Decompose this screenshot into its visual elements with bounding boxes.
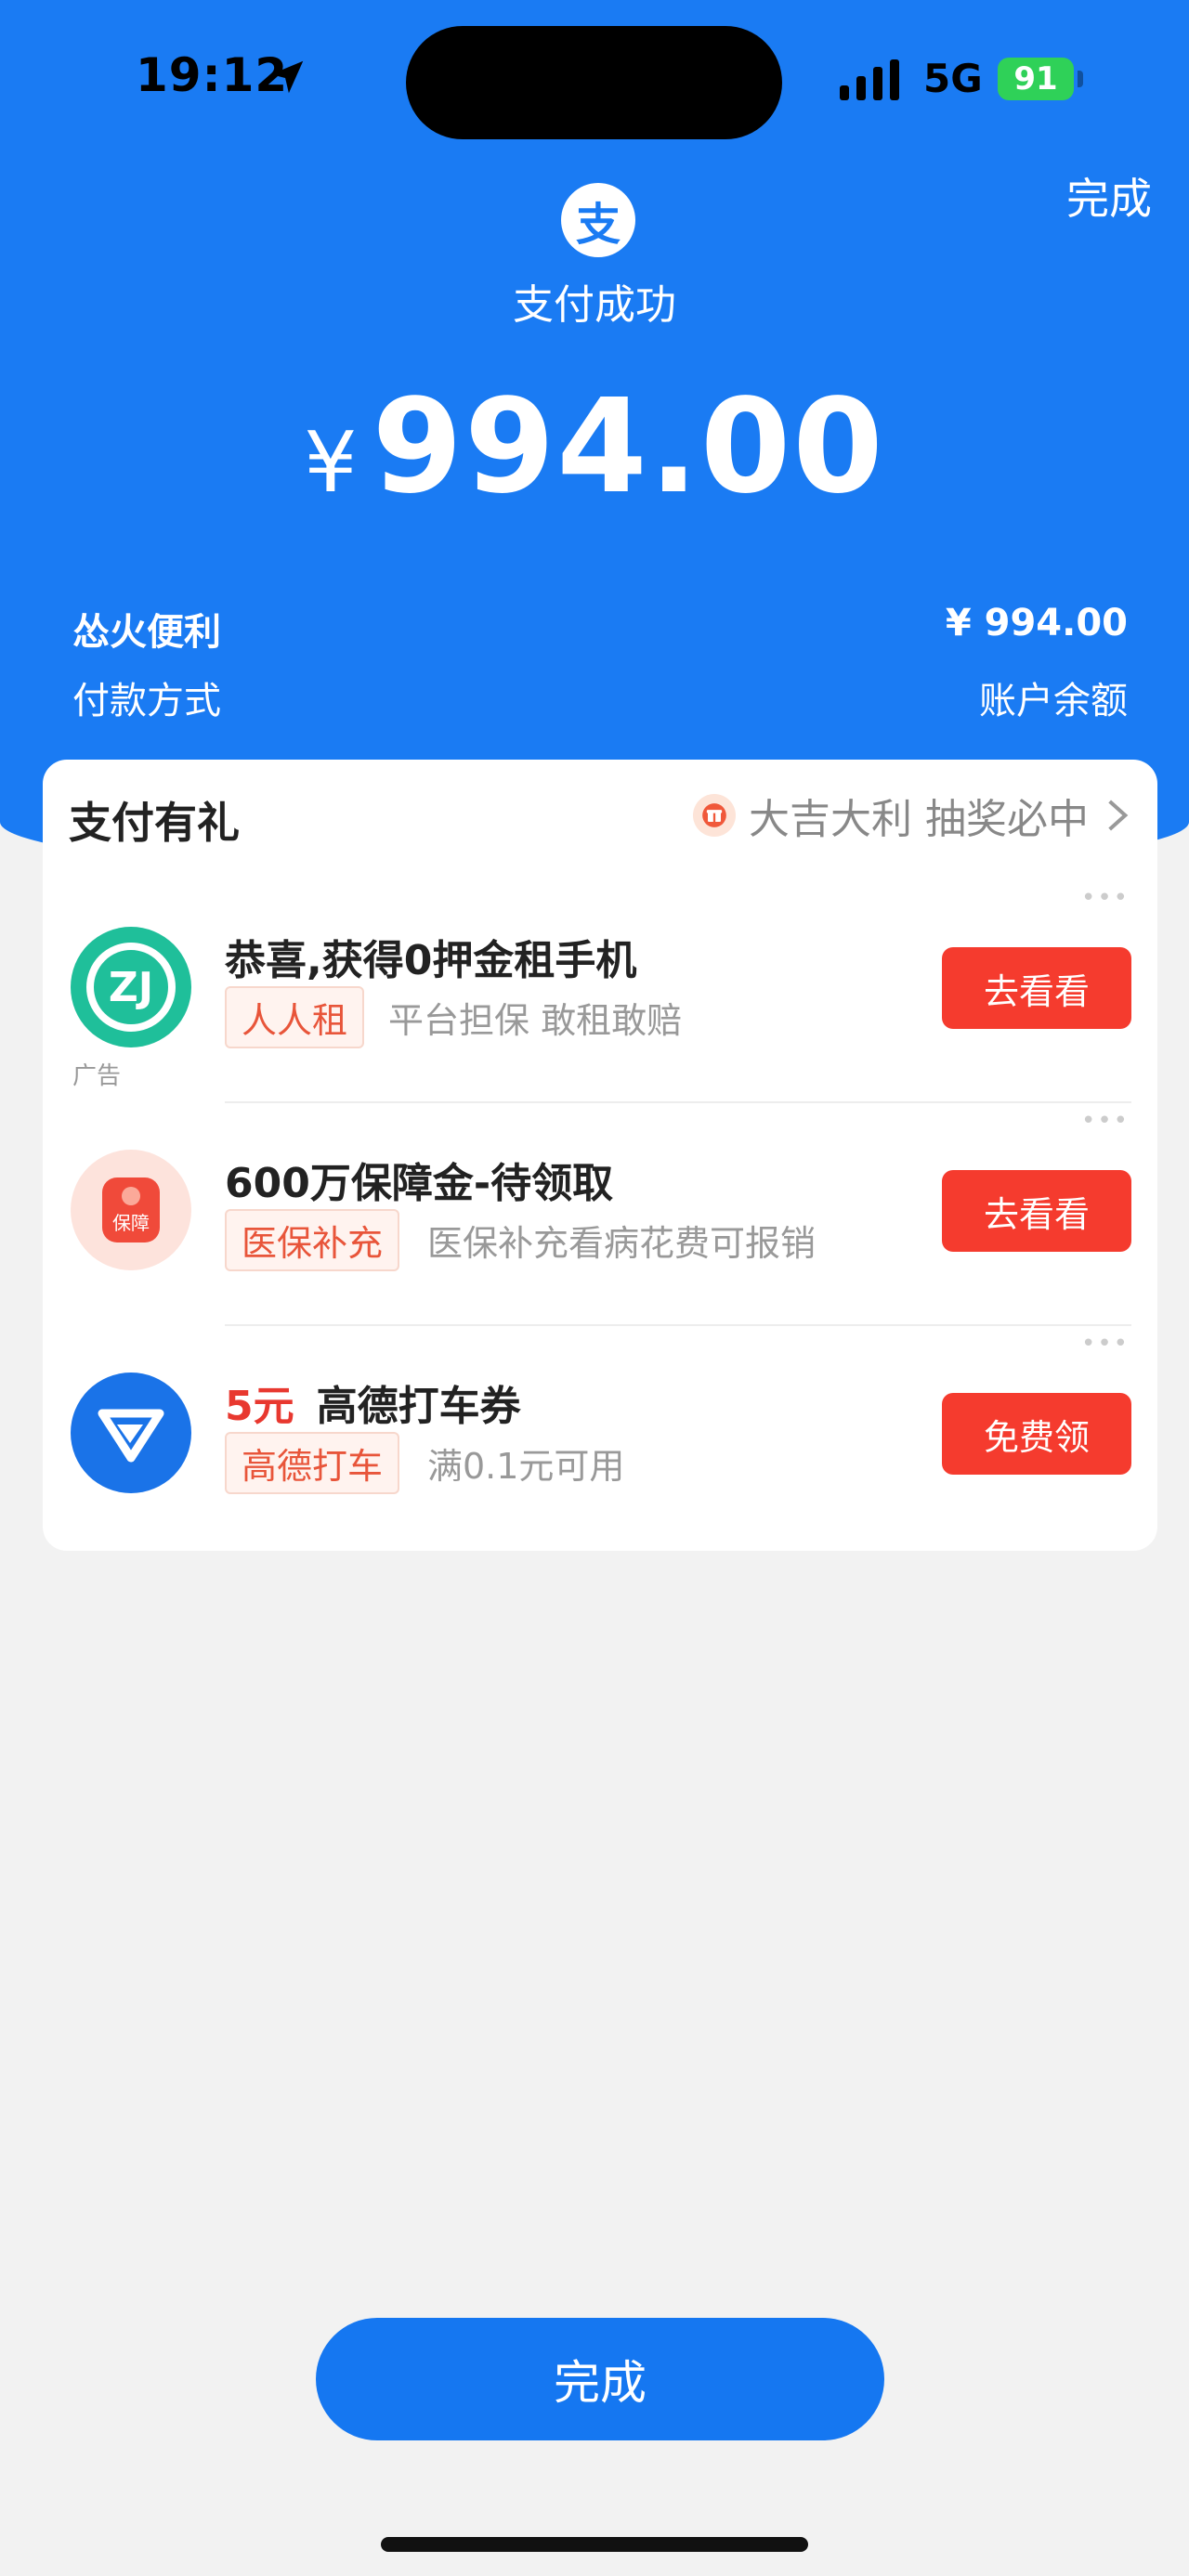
payment-method-label: 付款方式	[72, 680, 221, 722]
svg-text:ZJ: ZJ	[109, 964, 153, 1011]
more-dots-icon[interactable]: •••	[1081, 1107, 1130, 1135]
more-dots-icon[interactable]: •••	[1081, 884, 1130, 912]
promo-card: 支付有礼 大吉大利 抽奖必中 ••• ZJ 广告 恭喜,获得0押金租手机 人人租…	[43, 760, 1157, 1551]
more-dots-icon[interactable]: •••	[1081, 1330, 1130, 1358]
battery-level: 91	[1013, 60, 1058, 98]
chevron-right-icon	[1108, 800, 1129, 831]
done-button[interactable]: 完成	[316, 2318, 884, 2440]
claim-button[interactable]: 免费领	[942, 1393, 1131, 1475]
offer-headline: 600万保障金-待领取	[225, 1150, 613, 1209]
amap-logo	[71, 1373, 191, 1493]
currency-symbol: ¥	[304, 414, 358, 512]
promo-card-title: 支付有礼	[69, 798, 240, 848]
alipay-logo: 支	[561, 183, 635, 257]
offer-headline-text: 高德打车券	[316, 1383, 521, 1430]
lottery-link[interactable]: 大吉大利 抽奖必中	[693, 786, 1133, 845]
payment-method-row: 付款方式 账户余额	[72, 670, 1128, 724]
header-done-button[interactable]: 完成	[1066, 165, 1152, 227]
lottery-text: 大吉大利 抽奖必中	[749, 796, 1089, 843]
offer-description: 医保补充看病花费可报销	[427, 1223, 817, 1264]
offer-tag: 高德打车	[225, 1432, 400, 1494]
insurance-logo: 保障	[71, 1150, 191, 1270]
payment-amount: ¥ 994.00	[0, 371, 1189, 523]
svg-text:保障: 保障	[112, 1212, 150, 1234]
ad-label: 广告	[72, 1062, 122, 1090]
signal-icon	[840, 59, 899, 100]
gift-icon	[693, 794, 736, 837]
merchant-amount: ¥ 994.00	[945, 602, 1128, 644]
payment-success-title: 支付成功	[513, 281, 676, 329]
payment-method-value: 账户余额	[979, 680, 1128, 722]
offer-description: 平台担保 敢租敢赔	[388, 1000, 683, 1041]
offer-description: 满0.1元可用	[427, 1446, 625, 1487]
offer-headline-text: 恭喜,获得0押金租手机	[225, 937, 637, 984]
payment-success-screen: 19:12 5G 91 完成 支 支付成功 ¥ 994.00 怂火便利 ¥ 99…	[0, 0, 1189, 2576]
offer-tag: 人人租	[225, 986, 365, 1048]
view-button[interactable]: 去看看	[942, 947, 1131, 1029]
battery-tip	[1078, 71, 1083, 87]
location-arrow-icon	[270, 60, 304, 94]
offer-headline: 恭喜,获得0押金租手机	[225, 927, 636, 986]
merchant-name: 怂火便利	[72, 611, 221, 654]
battery-indicator: 91	[998, 58, 1074, 100]
offer-headline: 5元 高德打车券	[225, 1373, 521, 1432]
amount-value: 994.00	[372, 371, 885, 523]
network-type: 5G	[923, 56, 983, 101]
home-indicator[interactable]	[381, 2537, 808, 2552]
renrenzu-logo: ZJ	[71, 927, 191, 1047]
merchant-row: 怂火便利 ¥ 994.00	[72, 602, 1128, 656]
offer-headline-text: 600万保障金-待领取	[225, 1160, 614, 1207]
offer-item-insurance[interactable]: ••• 保障 600万保障金-待领取 医保补充 医保补充看病花费可报销 去看看	[43, 1103, 1157, 1326]
offer-value: 5元	[225, 1383, 294, 1430]
offer-item-taxi-coupon[interactable]: ••• 5元 高德打车券 高德打车 满0.1元可用 免费领	[43, 1326, 1157, 1549]
dynamic-island	[406, 26, 782, 139]
offer-item-rent-phone[interactable]: ••• ZJ 广告 恭喜,获得0押金租手机 人人租 平台担保 敢租敢赔 去看看	[43, 880, 1157, 1103]
view-button[interactable]: 去看看	[942, 1170, 1131, 1252]
offer-tag: 医保补充	[225, 1209, 400, 1271]
